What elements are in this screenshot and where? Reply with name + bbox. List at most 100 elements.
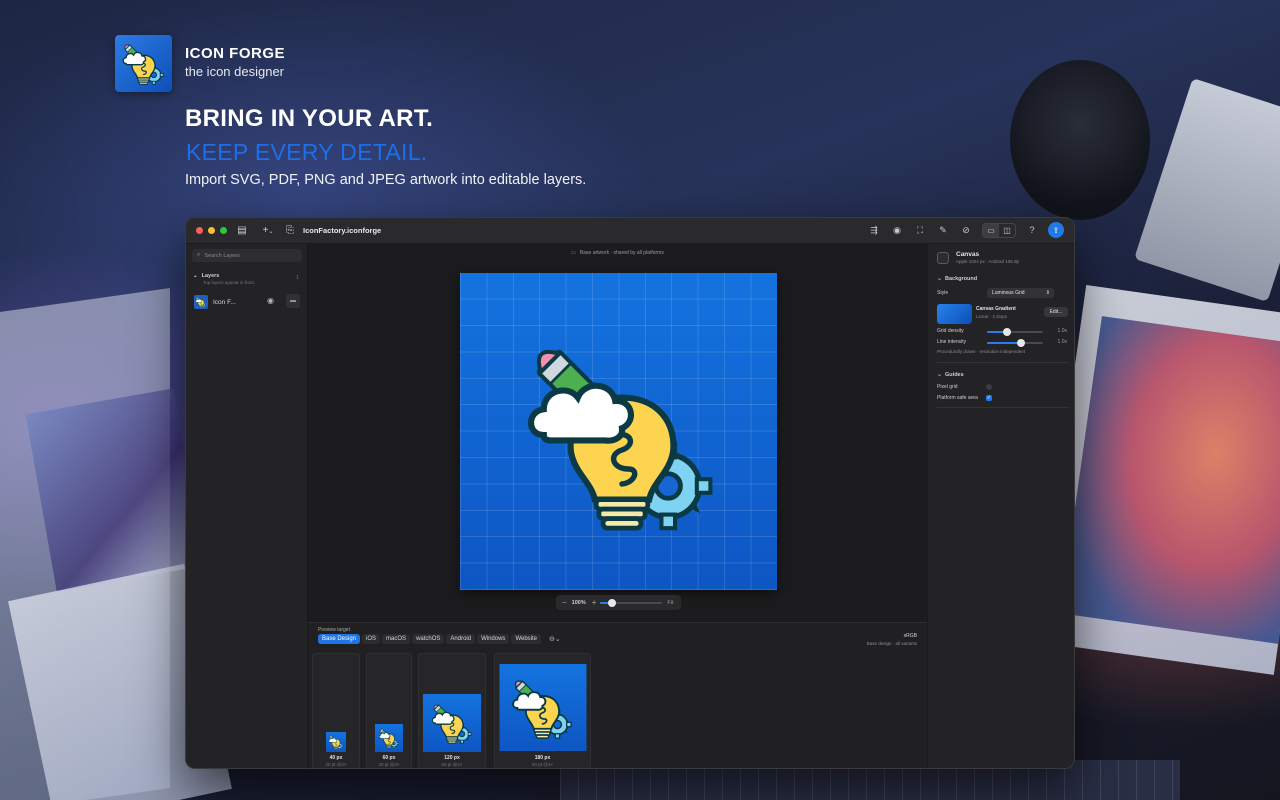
close-window-button[interactable] <box>196 227 203 234</box>
share-button[interactable]: ⇪ <box>1048 222 1064 238</box>
color-space: sRGB <box>903 633 917 639</box>
zoom-window-button[interactable] <box>220 227 227 234</box>
chevron-down-icon: ⌄ <box>937 372 943 378</box>
titlebar: ▤ +⌄ ⎘ IconFactory.iconforge ⇶ ◉ ⛶ ✎ ⊘ ▭… <box>186 218 1074 244</box>
app-name: ICON FORGE <box>185 45 286 62</box>
zoom-in-button[interactable]: + <box>592 598 597 607</box>
layer-row[interactable]: Icon F... ◉ ▬ <box>192 294 302 310</box>
fullscreen-icon[interactable]: ⛶ <box>913 223 927 237</box>
preview-size-note: 20 pt @3× <box>378 762 400 767</box>
tab-ios[interactable]: iOS <box>362 634 381 644</box>
inspector-panel: Canvas Apple 1024 px · Android 108 dp ⌄ B… <box>927 244 1074 768</box>
inspector-subtitle: Apple 1024 px · Android 108 dp <box>956 259 1020 264</box>
preview-size-label: 120 px <box>444 755 460 761</box>
pixel-grid-checkbox[interactable] <box>986 384 992 390</box>
layer-thumbnail <box>194 295 208 309</box>
line-intensity-slider[interactable] <box>987 339 1043 347</box>
line-intensity-knob[interactable] <box>1017 339 1025 347</box>
search-layers-field[interactable]: ⌕ Search Layers <box>192 249 302 262</box>
line-intensity-value: 1.0x <box>1057 339 1067 345</box>
gradient-sub: Linear · 2 stops <box>976 314 1008 319</box>
background-section-header[interactable]: ⌄ Background <box>937 275 977 282</box>
tab-website[interactable]: Website <box>511 634 542 644</box>
headline-secondary: KEEP EVERY DETAIL. <box>186 139 428 165</box>
tab-watchos[interactable]: watchOS <box>412 634 445 644</box>
headline-primary: BRING IN YOUR ART. <box>185 105 434 132</box>
tab-android[interactable]: Android <box>446 634 476 644</box>
search-layers-placeholder: Search Layers <box>204 252 240 259</box>
preview-size-label: 60 px <box>382 755 396 761</box>
style-select[interactable]: Luminous Grid ⇕ <box>987 288 1054 298</box>
layers-heading-label: Layers <box>201 273 220 279</box>
color-space-note: Base design · all variants <box>866 641 917 646</box>
safe-area-checkbox[interactable]: ✓ <box>986 395 992 401</box>
add-menu-button[interactable]: +⌄ <box>260 225 276 237</box>
right-panel-toggle-icon[interactable]: ◫ <box>999 224 1015 237</box>
zoom-slider-knob[interactable] <box>608 598 617 607</box>
record-icon[interactable]: ◉ <box>890 223 904 237</box>
layers-sidebar: ⌕ Search Layers ⌄ Layers Top layers appea… <box>186 244 308 768</box>
preview-size-card[interactable]: 120 px 60 pt @2× <box>418 653 486 768</box>
preview-size-card[interactable]: 60 px 20 pt @3× <box>366 653 412 768</box>
share-doc-icon[interactable]: ⎘ <box>284 225 296 237</box>
tab-windows[interactable]: Windows <box>477 634 510 644</box>
zoom-fit-button[interactable]: Fit <box>667 600 673 606</box>
chevron-down-icon: ⌄ <box>193 273 198 279</box>
more-targets-icon[interactable]: ⊖⌄ <box>549 634 561 644</box>
guides-section-header[interactable]: ⌄ Guides <box>937 371 964 378</box>
minimize-window-button[interactable] <box>208 227 215 234</box>
tab-base-design[interactable]: Base Design <box>318 634 361 644</box>
line-intensity-label: Line intensity <box>937 339 967 345</box>
safe-area-label: Platform safe area <box>937 395 978 401</box>
bottom-panel-toggle-icon[interactable]: ▭ <box>983 223 999 237</box>
style-label: Style <box>937 290 949 296</box>
style-value: Luminous Grid <box>992 290 1025 296</box>
visibility-eye-icon[interactable]: ◉ <box>267 296 274 305</box>
preview-icon-60 <box>375 724 403 752</box>
background-keyboard <box>1134 78 1280 302</box>
grid-density-slider[interactable] <box>987 328 1043 336</box>
brush-icon[interactable]: ✎ <box>936 223 950 237</box>
app-tagline: the icon designer <box>185 64 285 79</box>
canvas-hint-text: Base artwork · shared by all platforms <box>579 250 664 256</box>
preview-target-label: Preview target <box>318 627 350 633</box>
preview-size-note: 60 pt @3× <box>532 762 553 767</box>
preview-tabs: Base Design iOS macOS watchOS Android Wi… <box>318 634 561 644</box>
toolbar-right: ⇶ ◉ ⛶ ✎ ⊘ ▭ ◫ ? ⇪ <box>867 222 1064 238</box>
document-title: IconFactory.iconforge <box>303 226 382 235</box>
panel-toggle-group: ▭ ◫ <box>982 222 1016 238</box>
icon-artwork[interactable] <box>460 273 777 590</box>
layer-options-icon[interactable]: ▬ <box>286 294 300 308</box>
background-artwork <box>1060 316 1280 644</box>
help-icon[interactable]: ? <box>1025 223 1039 237</box>
preview-icon-40 <box>326 732 346 752</box>
monitor-icon: ▭ <box>571 250 576 256</box>
grid-density-knob[interactable] <box>1003 328 1011 336</box>
background-paper <box>0 288 170 800</box>
inspector-title: Canvas <box>956 251 980 258</box>
layer-count: 1 <box>296 275 299 281</box>
pixel-grid-label: Pixel grid <box>937 384 958 390</box>
validate-icon[interactable]: ⊘ <box>959 223 973 237</box>
app-window: ▤ +⌄ ⎘ IconFactory.iconforge ⇶ ◉ ⛶ ✎ ⊘ ▭… <box>185 217 1075 769</box>
layers-heading[interactable]: ⌄ Layers <box>193 273 219 279</box>
export-icon[interactable]: ⇶ <box>867 223 881 237</box>
gradient-swatch[interactable] <box>937 304 972 324</box>
edit-gradient-button[interactable]: Edit... <box>1044 307 1068 317</box>
divider <box>937 362 1069 363</box>
artboard[interactable] <box>460 273 777 590</box>
preview-size-card[interactable]: 180 px 60 pt @3× <box>494 653 591 768</box>
background-note: Procedurally drawn · resolution independ… <box>937 349 1026 354</box>
tab-macos[interactable]: macOS <box>382 634 411 644</box>
preview-size-card[interactable]: 40 px 20 pt @2× <box>312 653 360 768</box>
window-controls <box>196 227 227 234</box>
chevron-down-icon: ⌄ <box>937 276 943 282</box>
zoom-slider[interactable] <box>600 598 663 607</box>
line-intensity-fill <box>987 342 1021 344</box>
sidebar-toggle-icon[interactable]: ▤ <box>236 225 248 237</box>
preview-icon-180 <box>499 664 586 751</box>
zoom-control: − 100% + Fit <box>556 595 681 610</box>
canvas-hint: ▭ Base artwork · shared by all platforms <box>308 250 927 256</box>
chevron-updown-icon: ⇕ <box>1045 290 1050 296</box>
zoom-out-button[interactable]: − <box>562 598 567 607</box>
